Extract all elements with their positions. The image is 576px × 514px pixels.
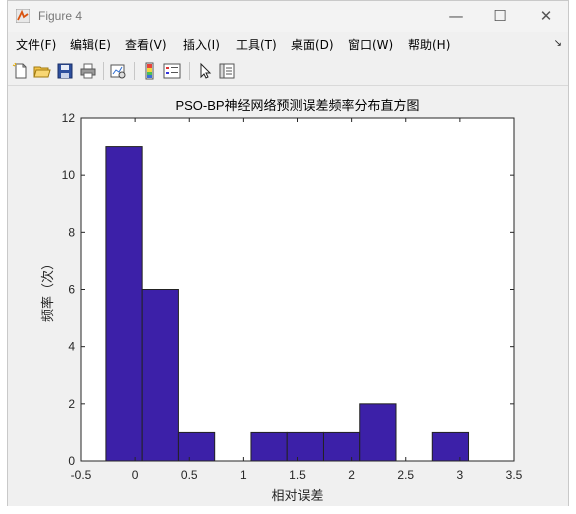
toolbar-separator — [103, 62, 104, 80]
histogram-bar — [286, 431, 324, 462]
toolbar — [8, 57, 568, 86]
menu-view[interactable]: 查看(V) — [125, 36, 167, 53]
y-tick-label: 2 — [68, 397, 75, 411]
print-icon[interactable] — [79, 62, 97, 80]
close-button[interactable]: ✕ — [528, 5, 564, 27]
minimize-icon: — — [448, 7, 464, 25]
histogram-chart: -0.5 0 0.5 1 1.5 2 2.5 3 3.5 024681012 PSO-BP神经网… — [40, 98, 523, 503]
edit-plot-arrow-icon[interactable] — [196, 62, 214, 80]
x-tick-label: 2 — [348, 468, 355, 482]
toolbar-separator — [189, 62, 190, 80]
save-icon[interactable] — [56, 62, 74, 80]
x-tick-label: 3.5 — [506, 468, 523, 482]
histogram-bar — [105, 146, 143, 462]
menu-edit[interactable]: 编辑(E) — [70, 36, 111, 53]
new-figure-icon[interactable] — [12, 62, 30, 80]
histogram-bar — [322, 431, 361, 462]
matlab-app-icon — [16, 9, 30, 23]
x-tick-label: 0 — [132, 468, 139, 482]
x-tick-label: 1.5 — [289, 468, 306, 482]
histogram-bar — [359, 403, 397, 462]
x-axis-label: 相对误差 — [271, 488, 323, 503]
histogram-bar — [177, 431, 216, 462]
y-tick-label: 6 — [68, 283, 75, 297]
x-tick-label: 2.5 — [397, 468, 414, 482]
y-tick-label: 4 — [68, 340, 75, 354]
menu-file[interactable]: 文件(F) — [16, 36, 56, 53]
chart-title: PSO-BP神经网络预测误差频率分布直方图 — [175, 98, 419, 113]
maximize-icon: ☐ — [493, 7, 507, 25]
menu-bar: 文件(F) 编辑(E) 查看(V) 插入(I) 工具(T) 桌面(D) 窗口(W… — [8, 33, 568, 55]
figure-canvas: -0.5 0 0.5 1 1.5 2 2.5 3 3.5 0 2 4 6 8 10 12 PSO-BP神经网… — [8, 86, 568, 506]
insert-colorbar-icon[interactable] — [141, 62, 159, 80]
x-tick-label: -0.5 — [71, 468, 92, 482]
x-tick-label: 3 — [457, 468, 464, 482]
minimize-button[interactable]: — — [438, 5, 474, 27]
menu-tools[interactable]: 工具(T) — [236, 36, 277, 53]
menu-help[interactable]: 帮助(H) — [408, 36, 450, 53]
link-plot-icon[interactable] — [109, 62, 127, 80]
menu-window[interactable]: 窗口(W) — [348, 36, 393, 53]
x-tick-label: 1 — [240, 468, 247, 482]
maximize-button[interactable]: ☐ — [482, 5, 518, 27]
figure-window: Figure 4 — ☐ ✕ 文件(F) 编辑(E) 查看(V) 插入(I) 工… — [7, 0, 569, 506]
title-bar[interactable]: Figure 4 — ☐ ✕ — [8, 1, 568, 32]
y-axis-label: 频率（次） — [40, 257, 55, 322]
menu-desktop[interactable]: 桌面(D) — [291, 36, 334, 53]
histogram-bar — [431, 431, 470, 462]
toolbar-separator — [134, 62, 135, 80]
y-tick-label: 10 — [62, 168, 76, 182]
open-file-icon[interactable] — [33, 62, 51, 80]
insert-legend-icon[interactable] — [163, 62, 181, 80]
menu-insert[interactable]: 插入(I) — [183, 36, 220, 53]
y-tick-label: 0 — [68, 454, 75, 468]
y-tick-label: 8 — [68, 225, 75, 239]
close-icon: ✕ — [539, 7, 553, 25]
property-inspector-icon[interactable] — [218, 62, 236, 80]
y-tick-label: 12 — [62, 111, 76, 125]
x-tick-label: 0.5 — [181, 468, 198, 482]
window-title: Figure 4 — [38, 9, 83, 23]
histogram-bar — [141, 289, 179, 462]
menu-overflow-icon[interactable]: ↘ — [554, 38, 562, 49]
histogram-bar — [250, 431, 288, 462]
